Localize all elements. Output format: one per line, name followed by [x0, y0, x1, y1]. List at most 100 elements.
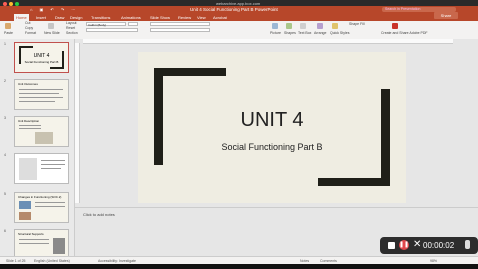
thumb-line — [19, 101, 55, 102]
text-box-label[interactable]: Text Box — [298, 31, 311, 35]
paragraph-row-1[interactable] — [150, 22, 210, 26]
shapes-icon[interactable] — [286, 23, 292, 29]
thumb-title: UNIT 4 — [33, 53, 50, 59]
current-slide[interactable]: UNIT 4 Social Functioning Part B — [138, 52, 406, 203]
copy-button[interactable]: Copy — [25, 26, 33, 30]
comments-toggle[interactable]: Comments — [320, 259, 337, 263]
tab-review[interactable]: Review — [178, 15, 191, 20]
tab-slide-show[interactable]: Slide Show — [150, 15, 170, 20]
app-titlebar: ⌂ ▣ ↶ ↷ ⋯ Unit 4 Social Functioning Part… — [0, 6, 478, 14]
stop-recording-icon[interactable] — [388, 242, 395, 249]
thumb-line — [41, 164, 65, 165]
frame-bottom-bar — [318, 178, 390, 186]
thumb-line — [41, 160, 65, 161]
font-format-row[interactable] — [86, 28, 138, 32]
thumb-image — [19, 158, 37, 180]
thumb-number: 4 — [4, 153, 6, 157]
thumbnail-slide-3[interactable]: Unit Description — [14, 116, 69, 147]
thumb-line — [19, 125, 41, 126]
pause-recording-icon[interactable]: ❚❚ — [399, 240, 409, 250]
shapes-label[interactable]: Shapes — [284, 31, 296, 35]
quick-access-icons[interactable]: ⌂ ▣ ↶ ↷ ⋯ — [30, 7, 78, 12]
thumb-number: 5 — [4, 192, 6, 196]
share-button[interactable]: Share — [434, 12, 458, 19]
tab-view[interactable]: View — [197, 15, 206, 20]
thumb-line — [19, 89, 63, 90]
accessibility-indicator[interactable]: Accessibility: Investigate — [98, 259, 136, 263]
thumb-title: Unit Description — [18, 119, 40, 123]
font-name-select[interactable]: Calibri (Body) — [86, 22, 126, 27]
cut-button[interactable]: Cut — [25, 21, 30, 25]
adobe-pdf-icon[interactable] — [392, 23, 398, 29]
arrange-icon[interactable] — [317, 23, 323, 29]
thumbnail-slide-4[interactable] — [14, 153, 69, 184]
thumb-number: 2 — [4, 79, 6, 83]
thumb-frame-top — [19, 46, 33, 48]
thumbnail-slide-5[interactable]: Changes in Functioning (SOC.2) — [14, 192, 69, 223]
create-share-pdf-label[interactable]: Create and Share Adobe PDF — [381, 31, 428, 35]
tab-animations[interactable]: Animations — [121, 15, 141, 20]
arrange-label[interactable]: Arrange — [314, 31, 326, 35]
reset-button[interactable]: Reset — [66, 26, 75, 30]
new-slide-icon[interactable] — [48, 23, 54, 29]
tab-draw[interactable]: Draw — [55, 15, 64, 20]
thumb-image — [19, 201, 31, 209]
paragraph-row-2[interactable] — [150, 28, 210, 32]
slide-title[interactable]: UNIT 4 — [138, 109, 406, 132]
notes-placeholder[interactable]: Click to add notes — [83, 212, 115, 217]
picture-label[interactable]: Picture — [270, 31, 281, 35]
slide-count: Slide 1 of 25 — [6, 259, 26, 263]
paste-label[interactable]: Paste — [4, 31, 13, 35]
microphone-icon[interactable] — [465, 240, 470, 249]
thumb-line — [19, 93, 59, 94]
thumbnail-slide-1[interactable]: UNIT 4 Social Functioning Part B — [14, 42, 69, 73]
recording-timer: 00:00:02 — [423, 241, 455, 250]
notes-toggle[interactable]: Notes — [300, 259, 309, 263]
thumbnail-slide-2[interactable]: Unit Outcomes — [14, 79, 69, 110]
thumb-number: 1 — [4, 42, 6, 46]
thumb-frame-bottom — [50, 67, 64, 69]
frame-right-bar — [381, 89, 390, 186]
thumb-number: 6 — [4, 229, 6, 233]
quick-styles-icon[interactable] — [332, 23, 338, 29]
ribbon: Paste Cut Copy Format New Slide Layout R… — [0, 21, 478, 40]
new-slide-label[interactable]: New Slide — [44, 31, 60, 35]
thumb-title: Unit Outcomes — [18, 82, 38, 86]
format-painter-button[interactable]: Format — [25, 31, 36, 35]
notes-divider — [75, 207, 478, 208]
thumb-line — [19, 128, 41, 129]
section-button[interactable]: Section — [66, 31, 78, 35]
layout-button[interactable]: Layout — [66, 21, 77, 25]
language-indicator[interactable]: English (United States) — [34, 259, 70, 263]
picture-icon[interactable] — [272, 23, 278, 29]
thumb-line — [35, 202, 65, 203]
tab-insert[interactable]: Insert — [36, 15, 46, 20]
window-title: Unit 4 Social Functioning Part B PowerPo… — [190, 7, 278, 12]
paste-icon[interactable] — [5, 23, 11, 29]
tab-design[interactable]: Design — [70, 15, 82, 20]
thumb-image — [19, 212, 31, 220]
tab-transitions[interactable]: Transitions — [91, 15, 110, 20]
tab-acrobat[interactable]: Acrobat — [213, 15, 227, 20]
shape-fill-button[interactable]: Shape Fill — [349, 22, 365, 26]
zoom-level[interactable]: 98% — [430, 259, 437, 263]
thumb-line — [19, 97, 63, 98]
thumb-title: Structural Supports — [18, 232, 44, 236]
menu-bar: Home Insert Draw Design Transitions Anim… — [0, 14, 478, 21]
thumb-title: Changes in Functioning (SOC.2) — [18, 195, 62, 199]
thumb-image — [35, 132, 53, 144]
thumb-number: 3 — [4, 116, 6, 120]
horizontal-ruler — [83, 39, 453, 44]
frame-top-bar — [154, 68, 226, 76]
tab-home[interactable]: Home — [14, 14, 29, 21]
slide-thumbnail-pane[interactable]: 1 UNIT 4 Social Functioning Part B 2 Uni… — [0, 39, 75, 260]
dock — [0, 264, 478, 269]
text-box-icon[interactable] — [300, 23, 306, 29]
font-size-select[interactable] — [128, 22, 138, 26]
slide-subtitle[interactable]: Social Functioning Part B — [138, 142, 406, 152]
close-icon[interactable]: ✕ — [413, 239, 421, 250]
thumb-image — [53, 238, 65, 254]
thumb-line — [19, 243, 49, 244]
quick-styles-label[interactable]: Quick Styles — [330, 31, 349, 35]
thumb-line — [35, 206, 65, 207]
